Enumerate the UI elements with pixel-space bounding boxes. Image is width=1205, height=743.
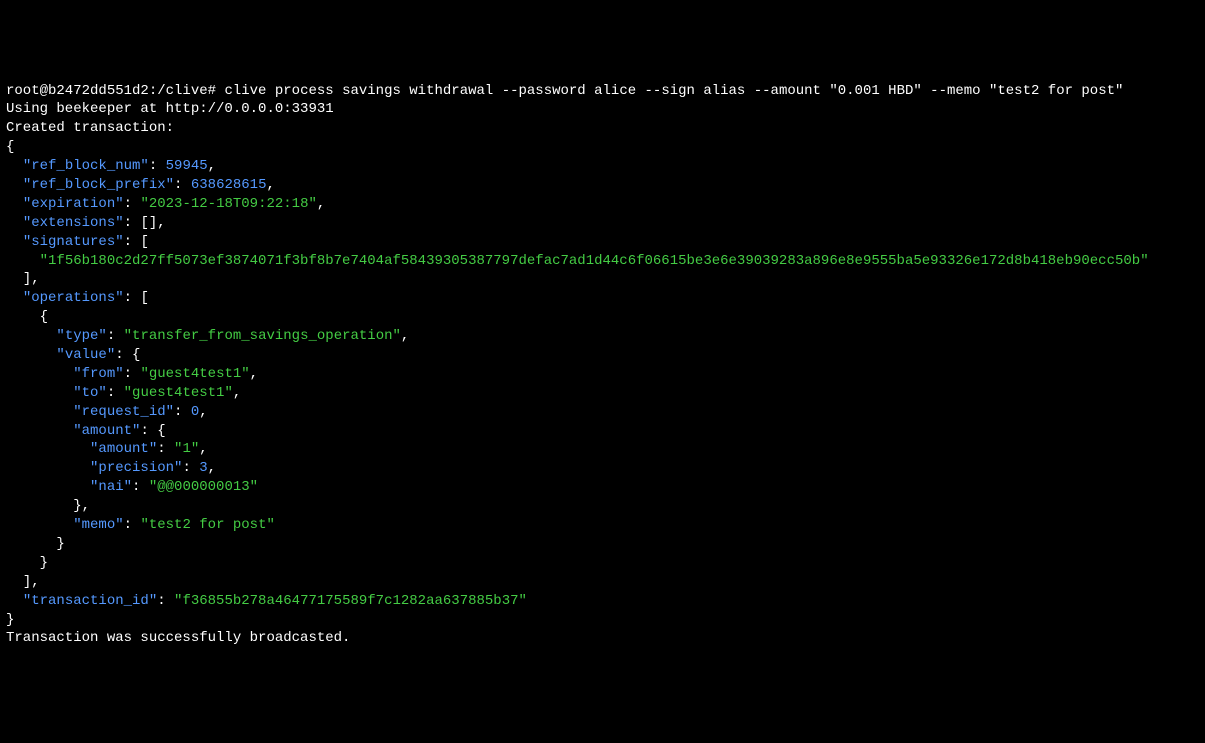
- value-key: "value": [56, 347, 115, 363]
- from-value: "guest4test1": [140, 366, 249, 382]
- request-id-value: 0: [191, 404, 199, 420]
- terminal-output[interactable]: root@b2472dd551d2:/clive# clive process …: [6, 82, 1199, 649]
- operations-key: "operations": [23, 290, 124, 306]
- ref-block-num-key: "ref_block_num": [23, 158, 149, 174]
- ref-block-prefix-value: 638628615: [191, 177, 267, 193]
- json-open-brace: {: [6, 139, 14, 155]
- to-key: "to": [73, 385, 107, 401]
- to-value: "guest4test1": [124, 385, 233, 401]
- precision-key: "precision": [90, 460, 182, 476]
- created-transaction-line: Created transaction:: [6, 120, 174, 136]
- precision-value: 3: [199, 460, 207, 476]
- extensions-value: []: [140, 215, 157, 231]
- nai-value: "@@000000013": [149, 479, 258, 495]
- expiration-value: "2023-12-18T09:22:18": [140, 196, 316, 212]
- memo-key: "memo": [73, 517, 123, 533]
- nai-key: "nai": [90, 479, 132, 495]
- signature-value: "1f56b180c2d27ff5073ef3874071f3bf8b7e740…: [40, 253, 1149, 269]
- type-key: "type": [56, 328, 106, 344]
- extensions-key: "extensions": [23, 215, 124, 231]
- command-text: clive process savings withdrawal --passw…: [224, 83, 1123, 99]
- ref-block-prefix-key: "ref_block_prefix": [23, 177, 174, 193]
- amount-inner-key: "amount": [90, 441, 157, 457]
- amount-key: "amount": [73, 423, 140, 439]
- from-key: "from": [73, 366, 123, 382]
- request-id-key: "request_id": [73, 404, 174, 420]
- beekeeper-line: Using beekeeper at http://0.0.0.0:33931: [6, 101, 334, 117]
- expiration-key: "expiration": [23, 196, 124, 212]
- type-value: "transfer_from_savings_operation": [124, 328, 401, 344]
- ref-block-num-value: 59945: [166, 158, 208, 174]
- transaction-id-key: "transaction_id": [23, 593, 157, 609]
- json-close-brace: }: [6, 612, 14, 628]
- shell-prompt: root@b2472dd551d2:/clive#: [6, 83, 216, 99]
- signatures-key: "signatures": [23, 234, 124, 250]
- broadcast-success-line: Transaction was successfully broadcasted…: [6, 630, 350, 646]
- memo-value: "test2 for post": [140, 517, 274, 533]
- amount-inner-value: "1": [174, 441, 199, 457]
- transaction-id-value: "f36855b278a46477175589f7c1282aa637885b3…: [174, 593, 527, 609]
